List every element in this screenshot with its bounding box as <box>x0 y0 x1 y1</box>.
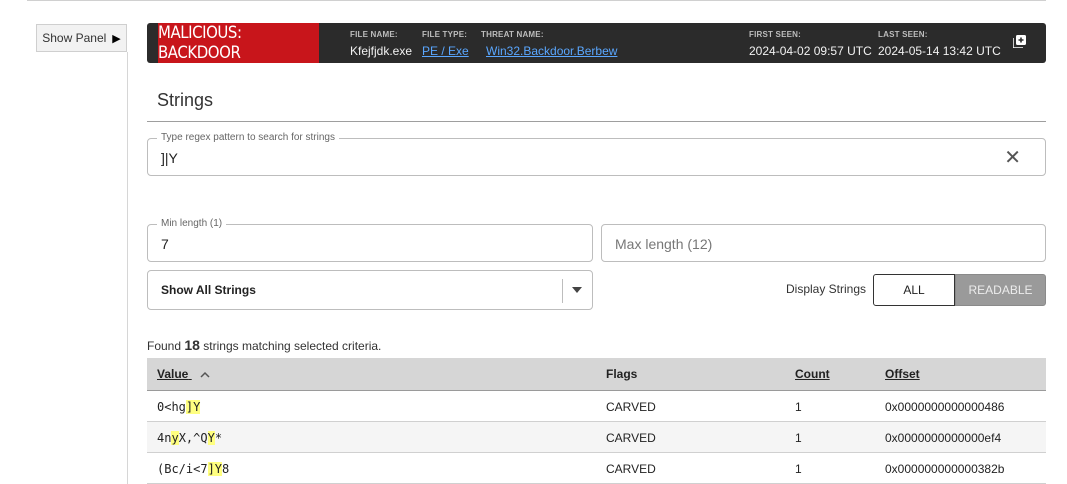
string-count: 1 <box>795 400 802 414</box>
regex-search-field[interactable]: Type regex pattern to search for strings… <box>147 132 1046 176</box>
string-count: 1 <box>795 431 802 445</box>
first-seen-label: FIRST SEEN: <box>749 30 801 39</box>
display-strings-label: Display Strings <box>786 282 867 296</box>
table-header: Value Flags Count Offset <box>147 358 1046 391</box>
display-readable-toggle[interactable]: READABLE <box>955 274 1046 306</box>
table-row[interactable]: (Bc/i<7]Y8 CARVED 1 0x000000000000382b <box>147 453 1046 484</box>
results-prefix: Found <box>147 339 182 353</box>
last-seen-label: LAST SEEN: <box>878 30 928 39</box>
results-summary: Found 18 strings matching selected crite… <box>147 337 381 353</box>
min-length-label: Min length (1) <box>157 218 227 229</box>
threat-banner: MALICIOUS: BACKDOOR FILE NAME: Kfejfjdk.… <box>147 23 1046 63</box>
verdict-badge: MALICIOUS: BACKDOOR <box>157 23 320 63</box>
file-name-field: FILE NAME: Kfejfjdk.exe <box>350 30 412 58</box>
panel-divider <box>127 52 128 484</box>
min-length-field[interactable]: Min length (1) 7 <box>147 218 593 262</box>
table-row[interactable]: 0<hg]Y CARVED 1 0x0000000000000486 <box>147 391 1046 422</box>
regex-search-value: ]|Y <box>161 150 178 166</box>
string-filter-value: Show All Strings <box>161 283 256 297</box>
string-value: 0<hg]Y <box>157 400 201 414</box>
match-highlight: Y <box>207 431 215 445</box>
string-filter-select[interactable]: Show All Strings <box>147 270 593 310</box>
last-seen-value: 2024-05-14 13:42 UTC <box>878 44 1001 58</box>
select-separator <box>562 279 563 303</box>
string-offset: 0x000000000000382b <box>885 462 1005 476</box>
file-name-value: Kfejfjdk.exe <box>350 44 413 58</box>
regex-search-label: Type regex pattern to search for strings <box>157 132 339 143</box>
section-divider <box>147 121 1046 122</box>
min-length-value: 7 <box>161 236 169 252</box>
play-icon: ▶ <box>112 32 121 45</box>
match-highlight: ]Y <box>207 462 223 476</box>
string-offset: 0x0000000000000ef4 <box>885 431 1002 445</box>
section-title: Strings <box>157 90 214 110</box>
last-seen-field: LAST SEEN: 2024-05-14 13:42 UTC <box>878 30 1001 58</box>
string-value: 4nyX,^QY* <box>157 431 223 445</box>
show-panel-label: Show Panel <box>42 31 107 45</box>
string-offset: 0x0000000000000486 <box>885 400 1005 414</box>
display-all-toggle[interactable]: ALL <box>873 274 955 306</box>
file-type-label: FILE TYPE: <box>422 30 468 39</box>
file-type-field: FILE TYPE: PE / Exe <box>422 30 469 58</box>
column-header-value[interactable]: Value <box>157 367 210 381</box>
match-highlight: ]Y <box>185 400 201 414</box>
column-header-count[interactable]: Count <box>795 367 830 381</box>
threat-name-field: THREAT NAME: Win32.Backdoor.Berbew <box>481 30 617 58</box>
match-highlight: y <box>171 431 179 445</box>
string-flags: CARVED <box>606 462 656 476</box>
dropdown-arrow-icon[interactable] <box>572 287 582 293</box>
results-count: 18 <box>184 337 200 353</box>
column-header-offset[interactable]: Offset <box>885 367 920 381</box>
sort-ascending-icon[interactable] <box>200 371 210 378</box>
show-panel-button[interactable]: Show Panel ▶ <box>36 24 127 52</box>
string-flags: CARVED <box>606 431 656 445</box>
results-suffix: strings matching selected criteria. <box>203 339 382 353</box>
column-header-flags: Flags <box>606 367 638 381</box>
first-seen-field: FIRST SEEN: 2024-04-02 09:57 UTC <box>749 30 872 58</box>
table-row[interactable]: 4nyX,^QY* CARVED 1 0x0000000000000ef4 <box>147 422 1046 453</box>
top-divider <box>27 0 1046 1</box>
file-type-link[interactable]: PE / Exe <box>422 44 469 58</box>
string-flags: CARVED <box>606 400 656 414</box>
value-header-label: Value <box>157 367 189 381</box>
threat-name-label: THREAT NAME: <box>481 30 544 39</box>
threat-name-link[interactable]: Win32.Backdoor.Berbew <box>486 44 617 58</box>
clear-icon[interactable]: ✕ <box>1004 148 1021 168</box>
max-length-placeholder: Max length (12) <box>615 236 713 252</box>
string-value: (Bc/i<7]Y8 <box>157 462 230 476</box>
copy-icon[interactable] <box>1013 35 1026 48</box>
file-name-label: FILE NAME: <box>350 30 398 39</box>
string-count: 1 <box>795 462 802 476</box>
max-length-field[interactable]: Max length (12) <box>601 224 1046 262</box>
first-seen-value: 2024-04-02 09:57 UTC <box>749 44 872 58</box>
